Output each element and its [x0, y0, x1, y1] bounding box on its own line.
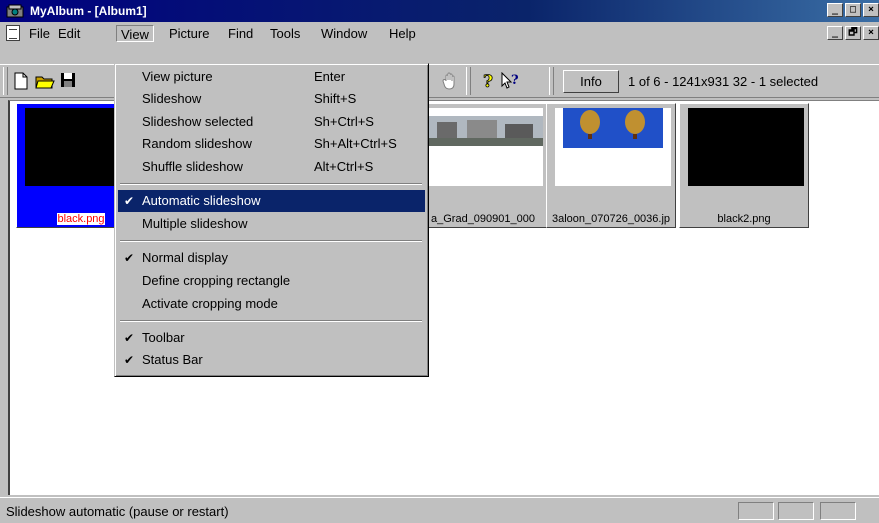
- menu-item-label: Normal display: [142, 250, 228, 265]
- mdi-close-button[interactable]: ×: [863, 26, 879, 40]
- menu-separator: [120, 240, 422, 242]
- menu-tools[interactable]: Tools: [266, 25, 304, 42]
- app-icon: [6, 4, 24, 18]
- thumbnail-image: [427, 108, 543, 186]
- toolbar-separator: [466, 67, 471, 95]
- hand-icon[interactable]: [440, 72, 460, 92]
- menu-item-activate-cropping-mode[interactable]: Activate cropping mode: [118, 293, 425, 315]
- menu-item-random-slideshow[interactable]: Random slideshow Sh+Alt+Ctrl+S: [118, 133, 425, 155]
- menu-item-label: Slideshow: [142, 91, 202, 106]
- menu-item-shortcut: Alt+Ctrl+S: [314, 159, 374, 174]
- maximize-button[interactable]: □: [845, 3, 861, 17]
- status-bar: Slideshow automatic (pause or restart): [0, 497, 879, 523]
- menu-edit[interactable]: Edit: [54, 25, 84, 42]
- new-file-icon[interactable]: [11, 72, 31, 92]
- menu-item-shortcut: Shift+S: [314, 91, 357, 106]
- menu-item-toolbar[interactable]: ✔ Toolbar: [118, 327, 425, 349]
- window-title: MyAlbum - [Album1]: [30, 4, 147, 18]
- menu-separator: [120, 183, 422, 185]
- menu-item-label: Activate cropping mode: [142, 296, 278, 311]
- info-button[interactable]: Info: [563, 70, 619, 93]
- menu-item-label: Status Bar: [142, 352, 203, 367]
- selection-status: 1 of 6 - 1241x931 32 - 1 selected: [628, 74, 819, 89]
- menu-find[interactable]: Find: [224, 25, 257, 42]
- menu-item-multiple-slideshow[interactable]: Multiple slideshow: [118, 213, 425, 235]
- menu-item-label: Slideshow selected: [142, 114, 254, 129]
- open-folder-icon[interactable]: [35, 72, 55, 92]
- document-icon[interactable]: [6, 25, 20, 41]
- menu-item-view-picture[interactable]: View picture Enter: [118, 66, 425, 88]
- menu-item-label: Shuffle slideshow: [142, 159, 243, 174]
- help-icon[interactable]: ?: [478, 72, 498, 93]
- menu-item-define-cropping-rectangle[interactable]: Define cropping rectangle: [118, 270, 425, 292]
- close-button[interactable]: ×: [863, 3, 879, 17]
- menu-item-label: View picture: [142, 69, 213, 84]
- save-disk-icon[interactable]: [58, 72, 78, 92]
- checkmark-icon: ✔: [124, 353, 135, 367]
- checkmark-icon: ✔: [124, 331, 135, 345]
- menu-view[interactable]: View: [116, 25, 154, 42]
- menu-item-shortcut: Enter: [314, 69, 346, 84]
- checkmark-icon: ✔: [124, 194, 135, 208]
- menu-window[interactable]: Window: [317, 25, 371, 42]
- menu-item-status-bar[interactable]: ✔ Status Bar: [118, 349, 425, 371]
- thumbnail-item[interactable]: a_Grad_090901_000: [418, 103, 548, 228]
- thumbnail-image: [555, 108, 671, 186]
- menu-bar: File Edit View Picture Find Tools Window…: [0, 22, 879, 44]
- status-message: Slideshow automatic (pause or restart): [6, 504, 229, 519]
- menu-item-shortcut: Sh+Alt+Ctrl+S: [314, 136, 397, 151]
- thumbnail-image: [688, 108, 804, 186]
- menu-item-shuffle-slideshow[interactable]: Shuffle slideshow Alt+Ctrl+S: [118, 156, 425, 178]
- menu-item-automatic-slideshow[interactable]: ✔ Automatic slideshow: [118, 190, 425, 212]
- menu-item-slideshow-selected[interactable]: Slideshow selected Sh+Ctrl+S: [118, 111, 425, 133]
- toolbar-grip[interactable]: [3, 67, 8, 95]
- thumbnail-label: a_Grad_090901_000: [431, 213, 535, 225]
- minimize-button[interactable]: _: [827, 3, 843, 17]
- toolbar-separator-2: [549, 67, 554, 95]
- menu-picture[interactable]: Picture: [165, 25, 213, 42]
- status-pane: [778, 502, 814, 520]
- status-pane: [820, 502, 856, 520]
- menu-item-label: Automatic slideshow: [142, 193, 261, 208]
- checkmark-icon: ✔: [124, 251, 135, 265]
- thumbnail-label: black.png: [57, 213, 105, 225]
- menu-file[interactable]: File: [25, 25, 54, 42]
- thumbnail-label: black2.png: [717, 213, 771, 225]
- thumbnail-item[interactable]: 3aloon_070726_0036.jp: [546, 103, 676, 228]
- menu-item-label: Random slideshow: [142, 136, 252, 151]
- svg-text:?: ?: [511, 73, 519, 88]
- mdi-restore-button[interactable]: 🗗: [845, 26, 861, 40]
- menu-item-label: Multiple slideshow: [142, 216, 248, 231]
- context-help-icon[interactable]: ?: [500, 71, 520, 92]
- title-bar[interactable]: MyAlbum - [Album1] _ □ ×: [0, 0, 879, 22]
- thumbnail-label: 3aloon_070726_0036.jp: [551, 213, 671, 225]
- svg-text:?: ?: [483, 72, 493, 90]
- menu-item-label: Toolbar: [142, 330, 185, 345]
- menu-item-shortcut: Sh+Ctrl+S: [314, 114, 374, 129]
- menu-item-normal-display[interactable]: ✔ Normal display: [118, 247, 425, 269]
- thumbnail-item[interactable]: black2.png: [679, 103, 809, 228]
- mdi-minimize-button[interactable]: _: [827, 26, 843, 40]
- status-pane: [738, 502, 774, 520]
- view-menu-dropdown: View picture Enter Slideshow Shift+S Sli…: [114, 63, 429, 377]
- menu-separator: [120, 320, 422, 322]
- menu-item-slideshow[interactable]: Slideshow Shift+S: [118, 88, 425, 110]
- menu-help[interactable]: Help: [385, 25, 420, 42]
- menu-item-label: Define cropping rectangle: [142, 273, 291, 288]
